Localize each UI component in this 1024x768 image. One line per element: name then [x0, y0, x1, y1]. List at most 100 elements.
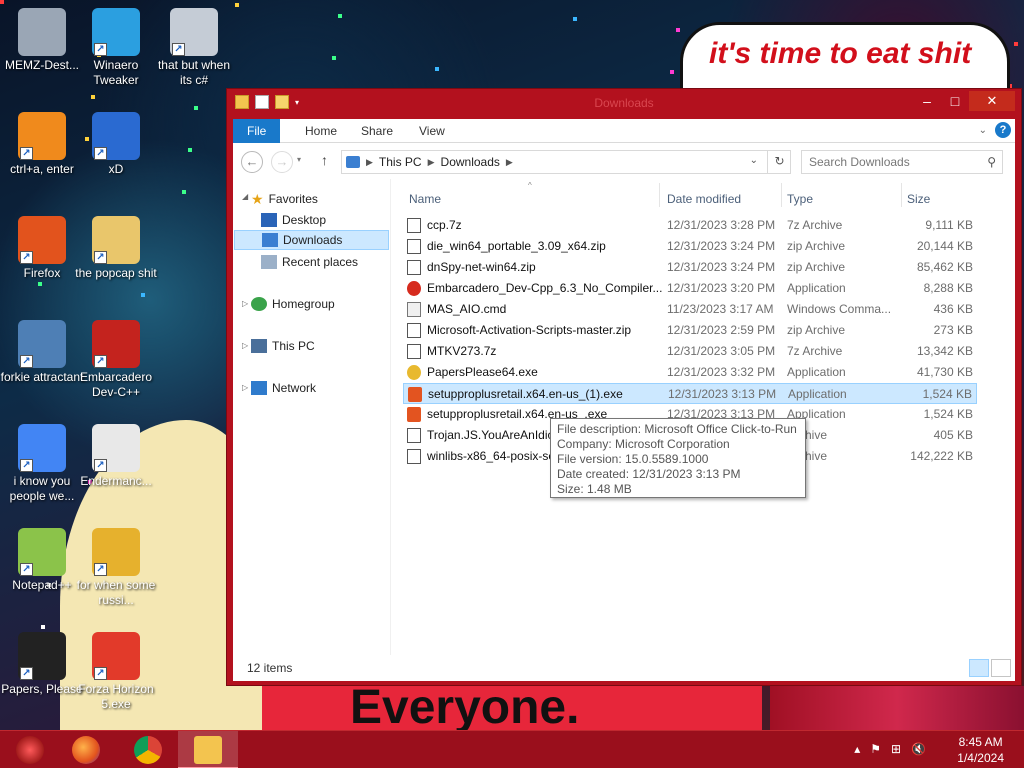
- address-dropdown-icon[interactable]: ⌄: [750, 155, 758, 166]
- shortcut-arrow-icon: ↗: [94, 667, 107, 680]
- nav-homegroup[interactable]: Homegroup: [251, 294, 335, 314]
- desktop-shortcut[interactable]: ↗ i know you people we...: [0, 424, 84, 504]
- expand-network-icon[interactable]: ▷: [242, 383, 248, 392]
- tab-view[interactable]: View: [405, 119, 459, 143]
- desktop-shortcut[interactable]: ↗ that but when its c#: [152, 8, 236, 88]
- nav-this-pc[interactable]: This PC: [251, 336, 315, 356]
- up-button[interactable]: ↑: [321, 152, 328, 168]
- breadcrumb-this-pc[interactable]: This PC: [379, 155, 422, 169]
- help-icon[interactable]: ?: [995, 122, 1011, 138]
- expand-this-pc-icon[interactable]: ▷: [242, 341, 248, 350]
- desktop-shortcut-label: ctrl+a, enter: [10, 162, 74, 176]
- maximize-button[interactable]: □: [941, 91, 969, 111]
- desktop-shortcut[interactable]: ↗ xD: [74, 112, 158, 177]
- column-header-name[interactable]: Name: [409, 187, 441, 211]
- column-divider[interactable]: [781, 183, 782, 207]
- column-header-date[interactable]: Date modified: [667, 187, 741, 211]
- table-row[interactable]: MTKV273.7z 12/31/2023 3:05 PM 7z Archive 13…: [403, 341, 977, 362]
- archive-icon: [407, 323, 421, 338]
- clock[interactable]: 8:45 AM 1/4/2024: [957, 734, 1004, 766]
- taskbar-chrome[interactable]: [118, 731, 178, 768]
- settings-monitor-icon: ↗: [18, 320, 66, 368]
- desktop-shortcut[interactable]: ↗ Notepad++: [0, 528, 84, 593]
- file-name: setupproplusretail.x64.en-us_(1).exe: [428, 387, 623, 401]
- window-title: Downloads: [594, 96, 654, 110]
- volume-muted-icon[interactable]: 🔇: [911, 742, 926, 756]
- network-tray-icon[interactable]: ⊞: [891, 742, 901, 756]
- table-row[interactable]: PapersPlease64.exe 12/31/2023 3:32 PM Appl…: [403, 362, 977, 383]
- search-input[interactable]: Search Downloads ⚲: [801, 150, 1003, 174]
- column-divider[interactable]: [901, 183, 902, 207]
- minimize-button[interactable]: –: [913, 91, 941, 111]
- desktop-shortcut[interactable]: ↗ Forza Horizon 5.exe: [74, 632, 158, 712]
- shortcut-arrow-icon: ↗: [20, 147, 33, 160]
- forward-button[interactable]: →: [271, 151, 293, 173]
- desktop-icon: [261, 213, 277, 227]
- start-button[interactable]: [0, 731, 60, 768]
- search-placeholder: Search Downloads: [809, 155, 910, 169]
- wallpaper-meme-bottom: Everyone.: [262, 686, 762, 730]
- table-row[interactable]: die_win64_portable_3.09_x64.zip 12/31/202…: [403, 236, 977, 257]
- nav-network[interactable]: Network: [251, 378, 316, 398]
- confetti-particle: [194, 106, 198, 110]
- table-row[interactable]: Embarcadero_Dev-Cpp_6.3_No_Compiler... 12…: [403, 278, 977, 299]
- column-header-type[interactable]: Type: [787, 187, 813, 211]
- desktop-shortcut-label: for when some russi...: [76, 578, 156, 607]
- desktop-shortcut[interactable]: ↗ Embarcadero Dev-C++: [74, 320, 158, 400]
- status-bar: 12 items: [233, 655, 1015, 681]
- desktop-shortcut[interactable]: ↗ Firefox: [0, 216, 84, 281]
- nav-downloads[interactable]: Downloads: [234, 230, 389, 250]
- close-button[interactable]: ✕: [969, 91, 1015, 111]
- desktop-shortcut[interactable]: ↗ forkie attractant: [0, 320, 84, 385]
- desktop-shortcut[interactable]: ↗ Papers, Please: [0, 632, 84, 697]
- tab-file[interactable]: File: [233, 119, 281, 143]
- table-row[interactable]: ccp.7z 12/31/2023 3:28 PM 7z Archive 9,111 …: [403, 215, 977, 236]
- table-row[interactable]: dnSpy-net-win64.zip 12/31/2023 3:24 PM zip…: [403, 257, 977, 278]
- file-type: 7z Archive: [787, 344, 843, 358]
- explorer-window: ▾ Downloads – □ ✕ File Home Share View ⌄…: [226, 88, 1022, 686]
- large-icons-view-icon[interactable]: [991, 659, 1011, 677]
- column-header-size[interactable]: Size: [907, 187, 930, 211]
- file-type: Application: [787, 365, 846, 379]
- back-button[interactable]: ←: [241, 151, 263, 173]
- taskbar-file-explorer[interactable]: [178, 731, 238, 768]
- nav-favorites[interactable]: ★ Favorites: [251, 189, 318, 209]
- table-row[interactable]: setupproplusretail.x64.en-us_(1).exe 12/3…: [403, 383, 977, 404]
- desktop-shortcut[interactable]: ↗ the popcap shit: [74, 216, 158, 281]
- address-bar[interactable]: ▶ This PC ▶ Downloads ▶ ⌄: [341, 150, 791, 174]
- table-row[interactable]: Microsoft-Activation-Scripts-master.zip 1…: [403, 320, 977, 341]
- nav-homegroup-label: Homegroup: [272, 297, 335, 311]
- file-date: 12/31/2023 3:24 PM: [667, 239, 776, 253]
- orange-ring-icon: ↗: [18, 112, 66, 160]
- search-icon[interactable]: ⚲: [987, 151, 996, 173]
- nav-desktop[interactable]: Desktop: [261, 210, 387, 230]
- title-bar[interactable]: ▾ Downloads – □ ✕: [227, 89, 1021, 119]
- item-count: 12 items: [247, 661, 293, 675]
- file-size: 9,111 KB: [925, 218, 973, 232]
- tooltip-date-created: Date created: 12/31/2023 3:13 PM: [557, 467, 741, 481]
- expand-homegroup-icon[interactable]: ▷: [242, 299, 248, 308]
- desktop-shortcut[interactable]: ↗ Winaero Tweaker: [74, 8, 158, 88]
- nav-recent-places[interactable]: Recent places: [261, 252, 358, 272]
- recent-locations-icon[interactable]: ▾: [297, 155, 301, 164]
- file-type: zip Archive: [787, 239, 846, 253]
- expand-ribbon-icon[interactable]: ⌄: [979, 125, 987, 136]
- column-divider[interactable]: [659, 183, 660, 207]
- expand-favorites-icon[interactable]: ◢: [242, 192, 248, 201]
- desktop-shortcut[interactable]: ↗ Endermanc...: [74, 424, 158, 489]
- file-size: 41,730 KB: [916, 365, 973, 379]
- desktop-shortcut[interactable]: ↗ ctrl+a, enter: [0, 112, 84, 177]
- taskbar: ▴ ⚑ ⊞ 🔇 8:45 AM 1/4/2024: [0, 730, 1024, 768]
- details-view-icon[interactable]: [969, 659, 989, 677]
- show-hidden-icons-icon[interactable]: ▴: [854, 742, 860, 756]
- tab-home[interactable]: Home: [291, 119, 351, 143]
- refresh-button[interactable]: ↻: [767, 150, 791, 174]
- table-row[interactable]: MAS_AIO.cmd 11/23/2023 3:17 AM Windows Com…: [403, 299, 977, 320]
- desktop-shortcut[interactable]: MEMZ-Dest...: [0, 8, 84, 73]
- taskbar-firefox[interactable]: [56, 731, 116, 768]
- tab-share[interactable]: Share: [347, 119, 407, 143]
- flag-icon[interactable]: ⚑: [870, 742, 881, 756]
- desktop-shortcut[interactable]: ↗ for when some russi...: [74, 528, 158, 608]
- nav-desktop-label: Desktop: [282, 213, 327, 227]
- breadcrumb-downloads[interactable]: Downloads: [441, 155, 500, 169]
